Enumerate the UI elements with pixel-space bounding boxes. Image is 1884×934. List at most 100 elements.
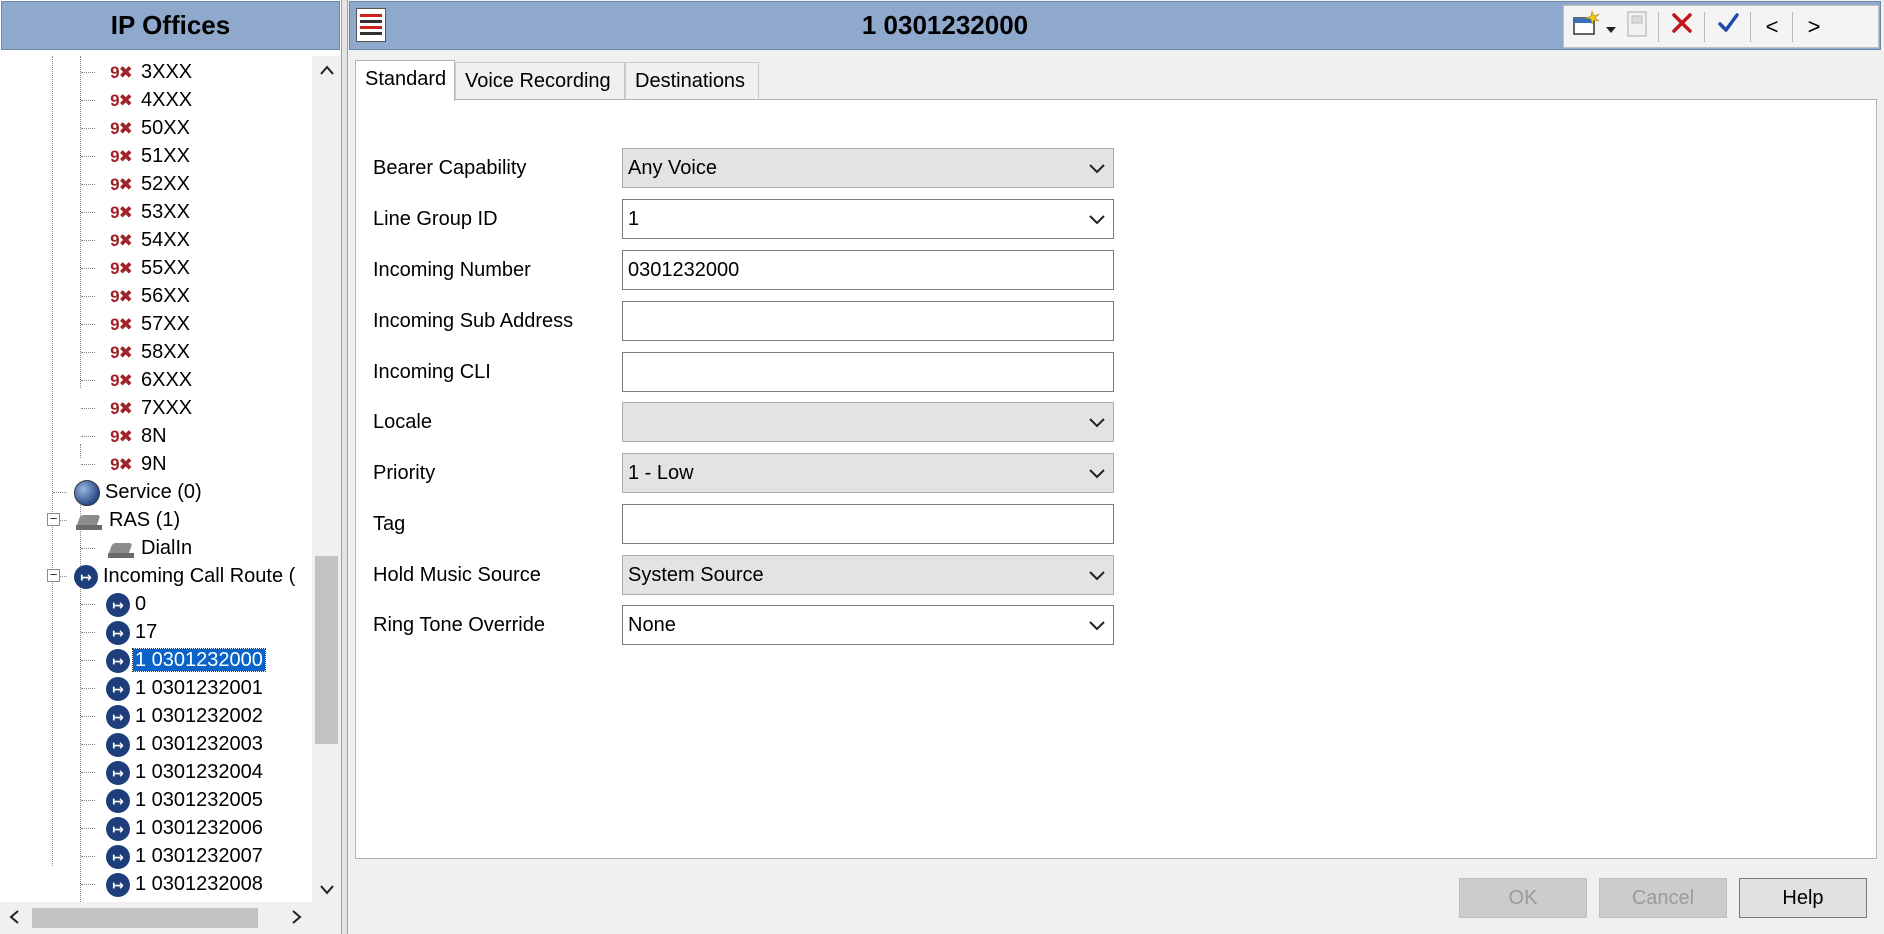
bearer-capability-select[interactable]: Any Voice — [622, 148, 1114, 188]
tree-item-short-code[interactable]: 9✖ 8N — [81, 422, 169, 450]
tree-vertical-scrollbar[interactable] — [312, 56, 341, 902]
tree-item-short-code[interactable]: 9✖ 58XX — [81, 338, 192, 366]
line-group-id-value: 1 — [628, 208, 640, 230]
caret-down-icon[interactable] — [1604, 10, 1618, 44]
tree-item-label: 1 0301232004 — [135, 761, 263, 783]
tree-item-call-route[interactable]: ↦ 1 0301232004 — [81, 758, 265, 786]
tree-item-label: 8N — [141, 425, 167, 447]
tree-item-short-code[interactable]: 9✖ 52XX — [81, 170, 192, 198]
ring-tone-override-combo[interactable]: None — [622, 605, 1114, 645]
tree-connector-line — [81, 240, 95, 241]
tree-connector-line — [81, 268, 95, 269]
bearer-capability-value: Any Voice — [628, 157, 717, 179]
tree-item-call-route[interactable]: ↦ 1 0301232000 — [81, 646, 266, 674]
tree-connector-line — [81, 744, 95, 745]
toolbar-separator — [1750, 12, 1751, 42]
tree-item-label: 1 0301232007 — [135, 845, 263, 867]
new-item-icon[interactable] — [1570, 9, 1602, 44]
scroll-right-arrow-icon[interactable] — [283, 902, 311, 934]
tree-item-label: Incoming Call Route ( — [103, 565, 296, 587]
tree-item-short-code[interactable]: 9✖ 53XX — [81, 198, 192, 226]
tree-item-label: 1 0301232002 — [135, 705, 263, 727]
scrollbar-thumb[interactable] — [315, 556, 338, 744]
tab-standard[interactable]: Standard — [355, 60, 455, 101]
tree-item-short-code[interactable]: 9✖ 54XX — [81, 226, 192, 254]
tree-item-call-route[interactable]: ↦ 1 0301232002 — [81, 702, 265, 730]
previous-record-button[interactable]: < — [1758, 10, 1786, 44]
incoming-cli-input[interactable] — [622, 352, 1114, 392]
tree-connector-line — [81, 436, 95, 437]
toolbar-separator — [1704, 12, 1705, 42]
tree-item-service[interactable]: Service (0) — [53, 478, 204, 506]
tree-item-short-code[interactable]: 9✖ 55XX — [81, 254, 192, 282]
scroll-left-arrow-icon[interactable] — [0, 902, 28, 934]
incoming-call-route-icon: ↦ — [106, 704, 130, 729]
hold-music-source-select[interactable]: System Source — [622, 555, 1114, 595]
tree-item-label: 3XXX — [141, 61, 193, 83]
tree-connector-line — [81, 72, 95, 73]
scroll-up-arrow-icon[interactable] — [312, 56, 341, 82]
short-code-icon: 9✖ — [110, 202, 133, 222]
tree-connector-line — [81, 324, 95, 325]
tree-item-label: Service (0) — [105, 481, 202, 503]
chevron-down-icon — [1089, 403, 1105, 441]
tree-item-short-code[interactable]: 9✖ 56XX — [81, 282, 192, 310]
cancel-button[interactable]: Cancel — [1599, 878, 1727, 918]
delete-x-icon[interactable] — [1666, 10, 1698, 44]
tree-item-label: 50XX — [141, 117, 190, 139]
tree-item-call-route[interactable]: ↦ 1 0301232003 — [81, 730, 265, 758]
checkmark-icon[interactable] — [1712, 10, 1744, 44]
scrollbar-thumb[interactable] — [32, 908, 258, 928]
tag-input[interactable] — [622, 504, 1114, 544]
collapse-toggle-icon[interactable]: − — [47, 568, 60, 582]
tree-item-call-route[interactable]: ↦ 1 0301232008 — [81, 870, 265, 898]
ras-modem-icon — [74, 509, 104, 533]
tree-item-call-route[interactable]: ↦ 1 0301232001 — [81, 674, 265, 702]
incoming-call-route-icon: ↦ — [106, 872, 130, 897]
ring-tone-override-value: None — [628, 614, 676, 636]
locale-select[interactable] — [622, 402, 1114, 442]
tree-item-ras[interactable]: RAS (1) — [53, 506, 182, 534]
configuration-tree[interactable]: 9✖ 3XXX 9✖ 4XXX 9✖ 50XX 9✖ 51XX 9✖ 52XX 9✖ 53XX 9✖ 54… — [0, 56, 312, 902]
priority-select[interactable]: 1 - Low — [622, 453, 1114, 493]
help-button[interactable]: Help — [1739, 878, 1867, 918]
tree-item-short-code[interactable]: 9✖ 50XX — [81, 114, 192, 142]
collapse-toggle-icon[interactable]: − — [47, 512, 60, 526]
tree-item-short-code[interactable]: 9✖ 4XXX — [81, 86, 194, 114]
tree-item-short-code[interactable]: 9✖ 57XX — [81, 310, 192, 338]
pane-title: IP Offices — [1, 1, 340, 50]
line-group-id-label: Line Group ID — [373, 208, 498, 230]
tree-connector-line — [81, 688, 95, 689]
tree-item-short-code[interactable]: 9✖ 6XXX — [81, 366, 194, 394]
tree-item-incoming-call-route[interactable]: ↦ Incoming Call Route ( — [53, 562, 297, 590]
tree-horizontal-scrollbar[interactable] — [0, 902, 341, 934]
tree-item-call-route[interactable]: ↦ 0 — [81, 590, 148, 618]
service-globe-icon — [74, 479, 100, 506]
tree-item-call-route[interactable]: ↦ 1 0301232007 — [81, 842, 265, 870]
tree-item-call-route[interactable]: ↦ 1 0301232005 — [81, 786, 265, 814]
incoming-sub-address-input[interactable] — [622, 301, 1114, 341]
short-code-icon: 9✖ — [110, 426, 133, 446]
tree-item-dialin[interactable]: DialIn — [81, 534, 194, 562]
tab-destinations[interactable]: Destinations — [625, 62, 759, 99]
tree-item-call-route[interactable]: ↦ 1 0301232006 — [81, 814, 265, 842]
details-pane: 1 0301232000 < > Standard Voice Recordin… — [348, 0, 1884, 934]
tree-item-short-code[interactable]: 9✖ 3XXX — [81, 58, 194, 86]
tag-label: Tag — [373, 513, 406, 535]
tree-item-label: 1 0301232001 — [135, 677, 263, 699]
export-icon[interactable] — [1622, 10, 1652, 44]
tree-item-call-route[interactable]: ↦ 17 — [81, 618, 159, 646]
tree-item-short-code[interactable]: 9✖ 51XX — [81, 142, 192, 170]
tree-item-short-code[interactable]: 9✖ 9N — [81, 450, 169, 478]
tree-item-short-code[interactable]: 9✖ 7XXX — [81, 394, 194, 422]
scroll-down-arrow-icon[interactable] — [312, 876, 341, 902]
incoming-call-route-icon: ↦ — [106, 760, 130, 785]
line-group-id-combo[interactable]: 1 — [622, 199, 1114, 239]
next-record-button[interactable]: > — [1800, 10, 1828, 44]
tree-connector-line — [81, 100, 95, 101]
chevron-down-icon — [1089, 556, 1105, 594]
tab-voice-recording[interactable]: Voice Recording — [455, 62, 625, 99]
incoming-number-input[interactable]: 0301232000 — [622, 250, 1114, 290]
ok-button[interactable]: OK — [1459, 878, 1587, 918]
tree-connector-line — [81, 716, 95, 717]
